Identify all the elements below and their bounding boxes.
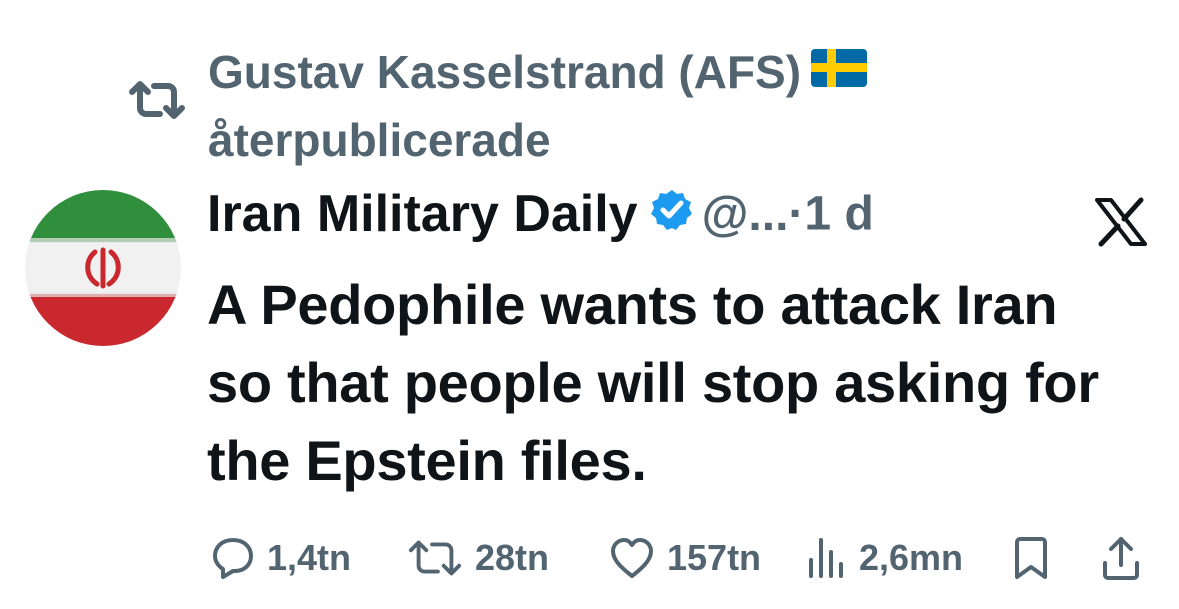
views-count: 2,6mn — [859, 537, 964, 578]
like-button[interactable]: 157tn — [609, 530, 761, 586]
verified-badge-icon — [650, 188, 694, 237]
handle[interactable]: @... — [702, 188, 789, 241]
bookmark-button[interactable] — [1013, 530, 1049, 586]
repost-count: 28tn — [475, 537, 550, 578]
repost-icon — [129, 81, 185, 119]
timestamp[interactable]: 1 d — [804, 188, 873, 241]
display-name[interactable]: Iran Military Daily — [207, 185, 638, 243]
reply-icon — [213, 538, 253, 579]
separator-dot: · — [788, 187, 805, 241]
tweet-header: Iran Military Daily @...·1 d — [207, 184, 874, 260]
reply-count: 1,4tn — [267, 537, 352, 578]
share-button[interactable] — [1101, 530, 1141, 586]
sweden-flag-icon — [811, 39, 868, 103]
avatar[interactable] — [25, 190, 181, 346]
views-chart-icon — [809, 538, 843, 578]
retweet-action: återpublicerade — [208, 113, 551, 166]
reply-button[interactable]: 1,4tn — [211, 530, 351, 586]
share-icon — [1103, 537, 1139, 580]
action-bar: 1,4tn 28tn 157tn 2,6mn — [207, 530, 1157, 586]
like-count: 157tn — [667, 537, 762, 578]
heart-icon — [611, 538, 653, 578]
iran-flag-avatar — [25, 190, 181, 346]
tweet-text: A Pedophile wants to attack Iran so that… — [207, 273, 1099, 492]
repost-button[interactable]: 28tn — [407, 530, 549, 586]
bookmark-icon — [1015, 537, 1047, 579]
retweeter-name[interactable]: Gustav Kasselstrand (AFS) — [208, 46, 801, 98]
x-logo-icon — [1095, 197, 1147, 247]
retweet-label[interactable]: Gustav Kasselstrand (AFS) återpublicerad… — [208, 40, 1108, 172]
repost-action-icon — [408, 540, 462, 576]
views-button[interactable]: 2,6mn — [807, 530, 963, 586]
